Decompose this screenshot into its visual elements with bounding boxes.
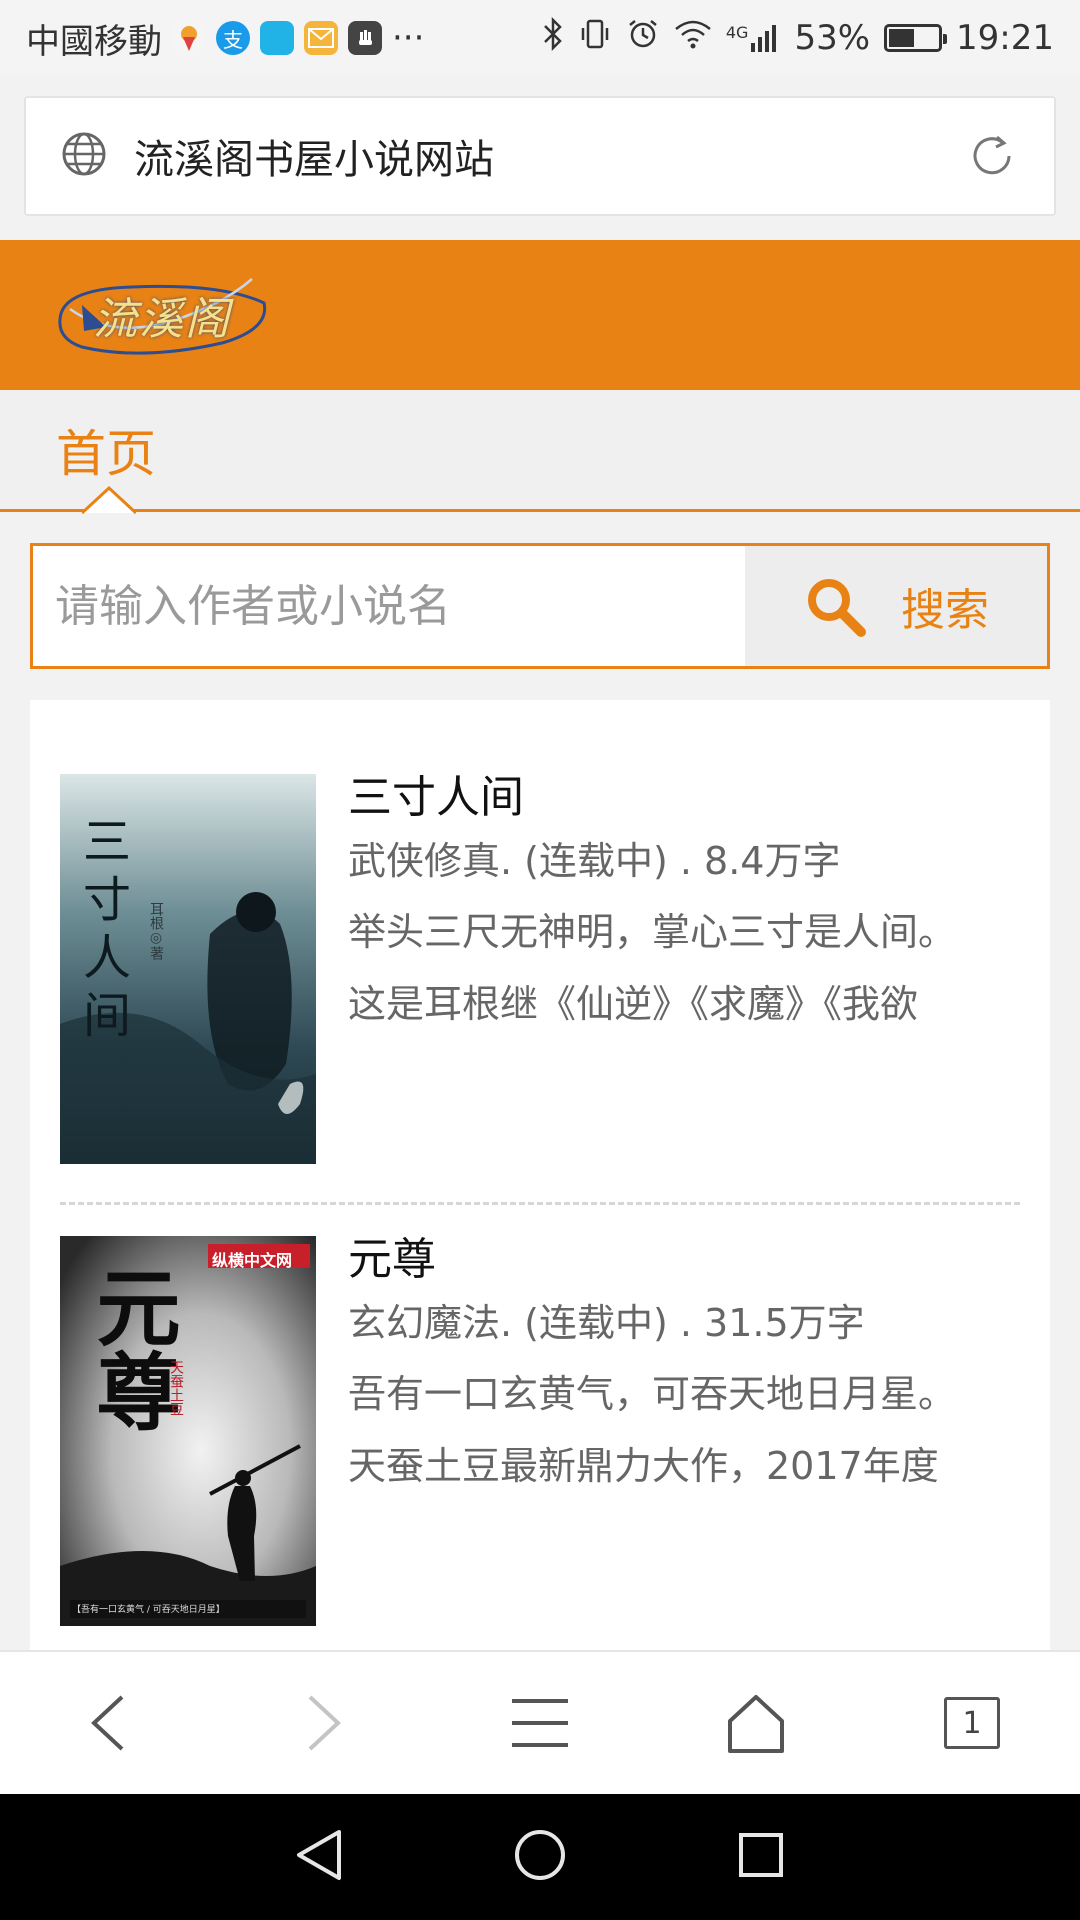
alipay-notification-icon: 支 bbox=[216, 21, 250, 55]
globe-icon bbox=[60, 130, 108, 182]
hamburger-menu-icon bbox=[512, 1699, 568, 1747]
search-icon bbox=[808, 579, 866, 637]
battery-percent: 53% bbox=[794, 18, 871, 58]
book-title[interactable]: 三寸人间 bbox=[348, 774, 1020, 826]
tab-home[interactable]: 首页 bbox=[56, 414, 156, 486]
mail-notification-icon bbox=[304, 21, 338, 55]
book-list: 三寸人间 耳根◎著 三寸人间 武侠修真. (连载中) . 8.4万字 举头三尺无… bbox=[30, 700, 1050, 1660]
address-bar[interactable]: 流溪阁书屋小说网站 bbox=[24, 96, 1056, 216]
more-notifications-icon: ··· bbox=[392, 18, 425, 58]
bluetooth-icon bbox=[542, 16, 564, 60]
square-recents-icon bbox=[739, 1833, 783, 1877]
chat-notification-icon bbox=[260, 21, 294, 55]
hand-notification-icon bbox=[348, 21, 382, 55]
book-item[interactable]: 纵横中文网 元尊 天蚕土豆 【吾有一口玄黄气 / 可吞天地日月星】 元尊 玄幻魔… bbox=[60, 1236, 1020, 1628]
description-line: 这是耳根继《仙逆》《求魔》《我欲 bbox=[348, 982, 919, 1026]
cover-author: 耳根◎著 bbox=[148, 902, 164, 960]
map-pin-notification-icon bbox=[172, 21, 206, 55]
battery-icon bbox=[884, 24, 948, 52]
cover-publisher: 纵横中文网 bbox=[212, 1251, 293, 1270]
alarm-icon bbox=[626, 17, 660, 60]
menu-button[interactable] bbox=[432, 1652, 648, 1794]
home-icon bbox=[728, 1695, 784, 1753]
wifi-icon bbox=[674, 18, 712, 58]
book-info: 三寸人间 武侠修真. (连载中) . 8.4万字 举头三尺无神明，掌心三寸是人间… bbox=[348, 774, 1020, 1166]
book-meta: 玄幻魔法. (连载中) . 31.5万字 bbox=[348, 1301, 865, 1345]
status-bar: 中國移動 支 ··· 4G 53% 19:21 bbox=[0, 0, 1080, 76]
system-back-button[interactable] bbox=[295, 1828, 343, 1886]
cover-author: 天蚕土豆 bbox=[168, 1360, 184, 1416]
tabs-button[interactable]: 1 bbox=[864, 1652, 1080, 1794]
cellular-signal-icon: 4G bbox=[726, 23, 781, 53]
triangle-back-icon bbox=[297, 1830, 341, 1880]
status-right: 4G 53% 19:21 bbox=[542, 16, 1054, 60]
description-line: 举头三尺无神明，掌心三寸是人间。 bbox=[348, 910, 957, 954]
book-description: 吾有一口玄黄气，可吞天地日月星。 天蚕土豆最新鼎力大作，2017年度 bbox=[348, 1358, 1020, 1502]
back-button[interactable] bbox=[0, 1652, 216, 1794]
clock: 19:21 bbox=[956, 18, 1054, 58]
battery-level-fill bbox=[889, 29, 915, 47]
search-box: 搜索 bbox=[30, 543, 1050, 669]
browser-toolbar: 1 bbox=[0, 1650, 1080, 1794]
home-button[interactable] bbox=[648, 1652, 864, 1794]
system-recents-button[interactable] bbox=[737, 1831, 785, 1883]
book-description: 举头三尺无神明，掌心三寸是人间。 这是耳根继《仙逆》《求魔》《我欲 bbox=[348, 896, 1020, 1040]
book-title[interactable]: 元尊 bbox=[348, 1236, 1020, 1288]
reload-button[interactable] bbox=[964, 128, 1020, 184]
search-button[interactable]: 搜索 bbox=[745, 546, 1047, 666]
forward-button[interactable] bbox=[216, 1652, 432, 1794]
description-line: 吾有一口玄黄气，可吞天地日月星。 bbox=[348, 1372, 957, 1416]
site-logo[interactable]: 流溪阁 bbox=[52, 269, 272, 361]
search-input[interactable] bbox=[33, 546, 745, 666]
search-button-label: 搜索 bbox=[901, 585, 989, 636]
book-cover[interactable]: 三寸人间 耳根◎著 bbox=[60, 774, 316, 1164]
book-meta: 武侠修真. (连载中) . 8.4万字 bbox=[348, 839, 841, 883]
chevron-right-icon bbox=[308, 1695, 341, 1751]
book-cover[interactable]: 纵横中文网 元尊 天蚕土豆 【吾有一口玄黄气 / 可吞天地日月星】 bbox=[60, 1236, 316, 1626]
cover-title: 三寸人间 bbox=[74, 816, 130, 1048]
vibrate-icon bbox=[578, 17, 612, 60]
site-header: 流溪阁 bbox=[0, 240, 1080, 390]
tab-count-icon: 1 bbox=[944, 1697, 1000, 1749]
book-item[interactable]: 三寸人间 耳根◎著 三寸人间 武侠修真. (连载中) . 8.4万字 举头三尺无… bbox=[60, 774, 1020, 1166]
chevron-left-icon bbox=[91, 1695, 124, 1751]
reload-icon bbox=[973, 135, 1011, 175]
book-info: 元尊 玄幻魔法. (连载中) . 31.5万字 吾有一口玄黄气，可吞天地日月星。… bbox=[348, 1236, 1020, 1628]
description-line: 天蚕土豆最新鼎力大作，2017年度 bbox=[348, 1444, 939, 1488]
system-navigation-bar bbox=[0, 1794, 1080, 1920]
network-type-label: 4G bbox=[725, 23, 749, 42]
list-divider bbox=[60, 1202, 1020, 1205]
logo-text: 流溪阁 bbox=[93, 294, 231, 345]
main-nav: 首页 bbox=[0, 390, 1080, 514]
carrier-label: 中國移動 bbox=[26, 21, 162, 62]
circle-home-icon bbox=[515, 1830, 565, 1880]
cover-tagline: 【吾有一口玄黄气 / 可吞天地日月星】 bbox=[72, 1605, 225, 1615]
active-tab-indicator bbox=[82, 485, 136, 514]
status-left: 中國移動 支 ··· bbox=[26, 14, 424, 63]
page-title: 流溪阁书屋小说网站 bbox=[134, 137, 494, 183]
system-home-button[interactable] bbox=[513, 1828, 567, 1886]
